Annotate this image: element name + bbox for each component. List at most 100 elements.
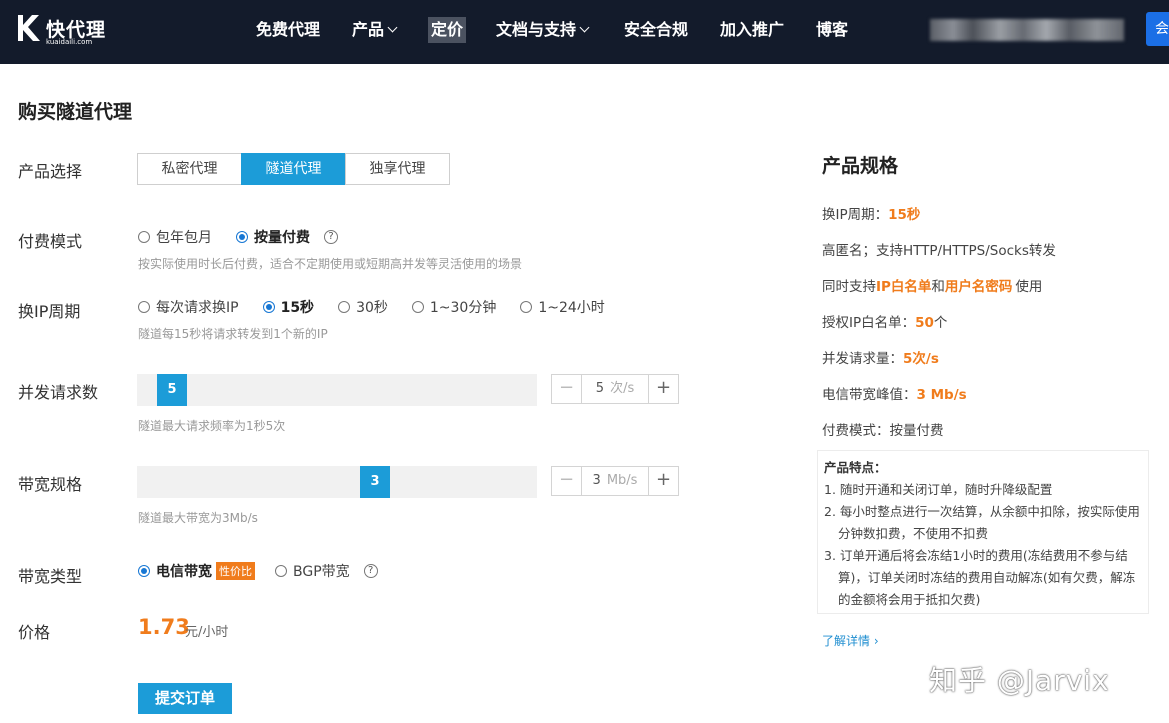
bandwidth-value: 3 [592,473,601,488]
spec-text: 使用 [1015,279,1043,295]
bandwidth-input[interactable]: 3 Mb/s [582,467,648,495]
brand-logo[interactable]: 快代理 kuaidaili.com [16,14,112,46]
billing-mode-radio-group: 包年包月 按量付费 ? [138,227,338,247]
ip-cycle-option-1-24h[interactable]: 1~24小时 [520,297,605,317]
bandwidth-type-bgp[interactable]: BGP带宽 [275,561,350,581]
bandwidth-slider[interactable]: 3 [137,466,537,498]
ip-cycle-option-30s[interactable]: 30秒 [338,297,388,317]
ip-cycle-option-15s[interactable]: 15秒 [262,297,314,317]
spec-value: 5次/s [903,351,939,367]
bandwidth-type-radio-group: 电信带宽 性价比 BGP带宽 ? [138,561,378,581]
spec-value: 15秒 [888,207,921,223]
nav-blog[interactable]: 博客 [813,17,851,43]
spec-text: 和 [931,279,945,295]
nav-label: 产品 [352,20,385,39]
radio-icon [138,231,150,243]
concurrency-increment-button[interactable]: + [648,375,678,403]
nav-label: 定价 [431,20,464,39]
radio-label: BGP带宽 [293,564,350,580]
feature-item: 2. 每小时整点进行一次结算，从余额中扣除，按实际使用分钟数扣费，不使用不扣费 [824,504,1140,541]
help-icon[interactable]: ? [324,230,338,244]
radio-label: 电信带宽 [156,564,212,580]
product-option-tunnel[interactable]: 隧道代理 [241,153,346,185]
spec-label: 电信带宽峰值： [822,387,917,403]
product-segmented-control: 私密代理 隧道代理 独享代理 [137,153,450,185]
user-account-blurred[interactable] [930,19,1124,41]
bandwidth-label: 带宽规格 [18,475,83,494]
nav-label: 免费代理 [256,20,321,39]
ip-cycle-option-1-30min[interactable]: 1~30分钟 [411,297,496,317]
concurrency-value: 5 [595,381,605,396]
spec-user-pass: 用户名密码 [944,279,1013,295]
help-icon[interactable]: ? [363,564,378,578]
value-badge: 性价比 [216,562,255,580]
concurrency-input[interactable]: 5 次/s [582,375,648,403]
nav-pricing[interactable]: 定价 [428,17,467,43]
learn-more-link[interactable]: 了解详情 › [822,632,879,649]
radio-label: 每次请求换IP [156,300,239,316]
concurrency-slider-handle[interactable]: 5 [157,374,187,406]
zhihu-watermark: 知乎 @Jarvix [929,664,1110,697]
price-value: 1.73 [138,615,190,639]
billing-option-pay-as-you-go[interactable]: 按量付费 [236,227,310,247]
bandwidth-type-telecom[interactable]: 电信带宽 性价比 [138,561,255,581]
ip-cycle-hint: 隧道每15秒将请求转发到1个新的IP [138,327,328,341]
concurrency-slider[interactable]: 5 [137,374,537,406]
spec-label: 换IP周期： [822,207,889,223]
spec-label: 并发请求量： [822,351,903,367]
spec-value: 3 Mb/s [916,387,967,403]
radio-label: 按量付费 [254,230,310,246]
radio-checked-icon [236,231,248,243]
radio-icon [338,301,351,313]
bandwidth-stepper: − 3 Mb/s + [551,466,679,496]
spec-text: 个 [933,315,948,331]
ip-cycle-radio-group: 每次请求换IP 15秒 30秒 1~30分钟 1~24小时 [138,297,629,317]
member-button[interactable]: 会 [1146,12,1169,46]
spec-whitelist-count: 授权IP白名单：50个 [822,311,947,331]
radio-icon [138,301,150,313]
product-option-dedicated[interactable]: 独享代理 [345,153,450,185]
spec-ip-cycle: 换IP周期：15秒 [822,203,920,223]
bandwidth-decrement-button[interactable]: − [552,467,582,495]
spec-concurrency: 并发请求量：5次/s [822,347,939,367]
ip-cycle-option-per-request[interactable]: 每次请求换IP [138,297,239,317]
radio-icon [275,565,287,577]
nav-label: 加入推广 [720,20,785,39]
top-navbar: 快代理 kuaidaili.com 免费代理 产品 定价 文档与支持 安全合规 … [0,0,1169,64]
nav-label: 博客 [816,20,849,39]
spec-title: 产品规格 [822,155,899,177]
concurrency-stepper: − 5 次/s + [551,374,679,404]
bandwidth-increment-button[interactable]: + [648,467,678,495]
radio-icon [520,301,533,313]
concurrency-decrement-button[interactable]: − [552,375,582,403]
bandwidth-slider-handle[interactable]: 3 [360,466,390,498]
spec-label: 授权IP白名单： [822,315,916,331]
concurrency-unit: 次/s [610,381,635,396]
spec-billing: 付费模式：按量付费 [822,423,944,439]
product-option-private[interactable]: 私密代理 [137,153,242,185]
chevron-down-icon [387,22,398,33]
nav-free-proxy[interactable]: 免费代理 [253,17,323,43]
feature-item: 3. 订单开通后将会冻结1小时的费用(冻结费用不参与结算)，订单关闭时冻结的费用… [824,548,1136,607]
submit-order-button[interactable]: 提交订单 [138,683,232,714]
nav-affiliate[interactable]: 加入推广 [717,17,787,43]
billing-mode-label: 付费模式 [18,232,83,251]
chevron-down-icon [579,22,590,33]
billing-option-subscription[interactable]: 包年包月 [138,227,212,247]
nav-docs-support[interactable]: 文档与支持 [493,17,591,43]
spec-text: 同时支持 [822,279,876,295]
nav-products[interactable]: 产品 [349,17,399,43]
spec-auth: 同时支持IP白名单和用户名密码 使用 [822,275,1042,295]
product-features-box: 产品特点： 1. 随时开通和关闭订单，随时升降级配置 2. 每小时整点进行一次结… [817,450,1149,614]
concurrency-label: 并发请求数 [18,383,99,402]
product-select-label: 产品选择 [18,162,83,181]
radio-icon [411,301,424,313]
nav-security[interactable]: 安全合规 [621,17,691,43]
page-title: 购买隧道代理 [18,101,133,123]
spec-anonymity: 高匿名；支持HTTP/HTTPS/Socks转发 [822,243,1056,259]
billing-hint: 按实际使用时长后付费，适合不定期使用或短期高并发等灵活使用的场景 [138,257,523,271]
radio-checked-icon [262,301,275,313]
bandwidth-unit: Mb/s [606,473,638,488]
radio-checked-icon [138,565,150,577]
spec-ip-whitelist: IP白名单 [876,279,932,295]
